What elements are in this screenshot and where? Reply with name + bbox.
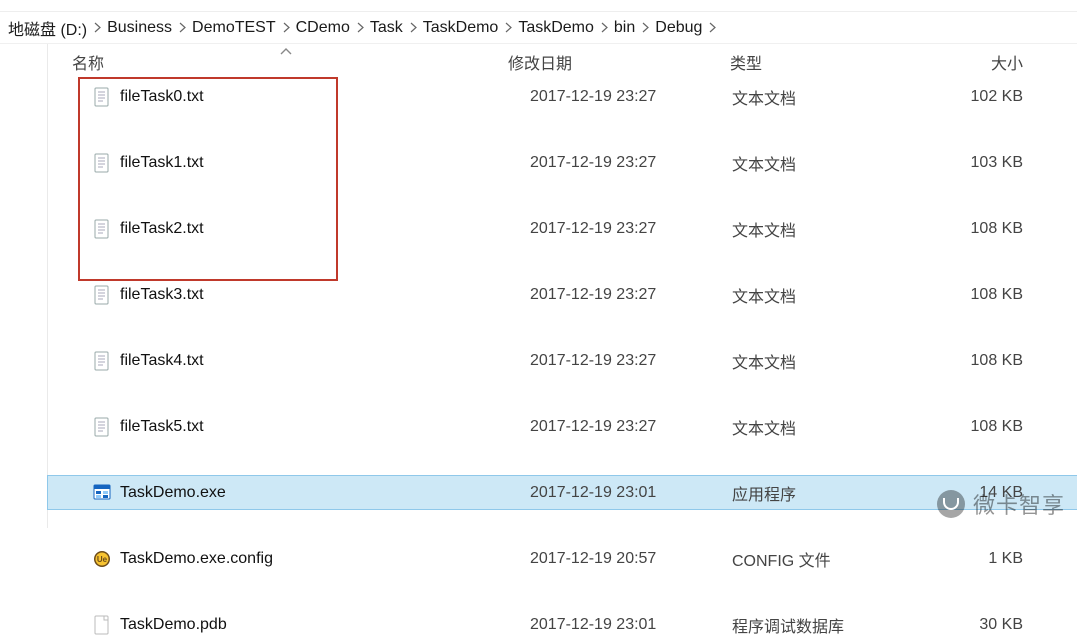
file-name: fileTask2.txt xyxy=(120,220,204,238)
chevron-right-icon[interactable] xyxy=(500,20,516,36)
ribbon-toolbar xyxy=(0,0,1077,12)
file-row[interactable]: TaskDemo.exe2017-12-19 23:01应用程序14 KB xyxy=(48,476,1077,509)
column-header-modified[interactable]: 修改日期 xyxy=(508,50,718,74)
wechat-icon xyxy=(937,490,965,518)
file-size: 102 KB xyxy=(913,88,1043,106)
file-size: 103 KB xyxy=(913,154,1043,172)
file-txt-icon xyxy=(92,351,112,371)
breadcrumb-item[interactable]: TaskDemo xyxy=(516,19,596,37)
column-header-size[interactable]: 大小 xyxy=(913,50,1043,74)
breadcrumb-item[interactable]: 地磁盘 (D:) xyxy=(6,16,89,40)
chevron-right-icon[interactable] xyxy=(278,20,294,36)
file-modified: 2017-12-19 20:57 xyxy=(530,550,656,568)
watermark: 微卡智享 xyxy=(937,488,1065,520)
file-modified: 2017-12-19 23:27 xyxy=(530,88,656,106)
file-row[interactable]: fileTask0.txt 2017-12-19 23:27 文本文档 102 KB xyxy=(48,80,1077,113)
file-type: 文本文档 xyxy=(732,217,796,241)
watermark-text: 微卡智享 xyxy=(973,488,1065,520)
file-txt-icon xyxy=(92,219,112,239)
file-type: 文本文档 xyxy=(732,85,796,109)
breadcrumb[interactable]: 地磁盘 (D:) Business DemoTEST CDemo Task TaskDem… xyxy=(0,12,1077,44)
chevron-right-icon[interactable] xyxy=(637,20,653,36)
file-txt-icon xyxy=(92,285,112,305)
sort-ascending-icon xyxy=(280,42,292,60)
file-size: 108 KB xyxy=(913,418,1043,436)
file-row[interactable]: fileTask2.txt 2017-12-19 23:27 文本文档 108 KB xyxy=(48,212,1077,245)
file-row[interactable]: fileTask1.txt 2017-12-19 23:27 文本文档 103 KB xyxy=(48,146,1077,179)
file-modified: 2017-12-19 23:01 xyxy=(530,616,656,634)
file-type: 文本文档 xyxy=(732,415,796,439)
chevron-right-icon[interactable] xyxy=(405,20,421,36)
file-list: 名称 修改日期 类型 大小 fileTask0.txt 2017-12-19 23… xyxy=(48,44,1077,528)
breadcrumb-item[interactable]: CDemo xyxy=(294,19,352,37)
file-txt-icon xyxy=(92,87,112,107)
file-txt-icon xyxy=(92,153,112,173)
file-name: fileTask1.txt xyxy=(120,154,204,172)
column-headers: 名称 修改日期 类型 大小 xyxy=(48,44,1077,80)
navigation-pane[interactable] xyxy=(0,44,48,528)
file-name: TaskDemo.pdb xyxy=(120,616,227,634)
file-name: TaskDemo.exe.config xyxy=(120,550,273,568)
file-gen-icon xyxy=(92,615,112,635)
file-modified: 2017-12-19 23:27 xyxy=(530,418,656,436)
file-txt-icon xyxy=(92,417,112,437)
breadcrumb-item[interactable]: bin xyxy=(612,19,637,37)
breadcrumb-item[interactable]: Debug xyxy=(653,19,704,37)
file-name: fileTask4.txt xyxy=(120,352,204,370)
file-modified: 2017-12-19 23:27 xyxy=(530,352,656,370)
file-row[interactable]: fileTask5.txt 2017-12-19 23:27 文本文档 108 KB xyxy=(48,410,1077,443)
file-row[interactable]: TaskDemo.pdb 2017-12-19 23:01 程序调试数据库 30 KB xyxy=(48,608,1077,641)
file-name: fileTask5.txt xyxy=(120,418,204,436)
file-modified: 2017-12-19 23:01 xyxy=(530,484,656,502)
file-name: TaskDemo.exe xyxy=(120,484,226,502)
file-type: CONFIG 文件 xyxy=(732,547,831,571)
chevron-right-icon[interactable] xyxy=(174,20,190,36)
file-ue-icon: Ue xyxy=(92,549,112,569)
file-row[interactable]: fileTask3.txt 2017-12-19 23:27 文本文档 108 KB xyxy=(48,278,1077,311)
file-type: 应用程序 xyxy=(732,481,796,505)
file-name: fileTask0.txt xyxy=(120,88,204,106)
file-modified: 2017-12-19 23:27 xyxy=(530,220,656,238)
file-type: 文本文档 xyxy=(732,151,796,175)
file-type: 程序调试数据库 xyxy=(732,613,844,637)
breadcrumb-item[interactable]: TaskDemo xyxy=(421,19,501,37)
breadcrumb-item[interactable]: DemoTEST xyxy=(190,19,278,37)
file-size: 1 KB xyxy=(913,550,1043,568)
file-exe-icon xyxy=(92,483,112,503)
svg-text:Ue: Ue xyxy=(97,555,108,564)
file-modified: 2017-12-19 23:27 xyxy=(530,154,656,172)
file-size: 30 KB xyxy=(913,616,1043,634)
file-size: 108 KB xyxy=(913,352,1043,370)
chevron-right-icon[interactable] xyxy=(352,20,368,36)
column-header-type[interactable]: 类型 xyxy=(730,50,900,74)
file-row[interactable]: fileTask4.txt 2017-12-19 23:27 文本文档 108 KB xyxy=(48,344,1077,377)
chevron-right-icon[interactable] xyxy=(89,20,105,36)
breadcrumb-item[interactable]: Task xyxy=(368,19,405,37)
file-modified: 2017-12-19 23:27 xyxy=(530,286,656,304)
file-name: fileTask3.txt xyxy=(120,286,204,304)
file-type: 文本文档 xyxy=(732,349,796,373)
file-size: 108 KB xyxy=(913,286,1043,304)
file-row[interactable]: Ue TaskDemo.exe.config 2017-12-19 20:57 CON… xyxy=(48,542,1077,575)
chevron-right-icon[interactable] xyxy=(704,20,720,36)
breadcrumb-item[interactable]: Business xyxy=(105,19,174,37)
file-size: 108 KB xyxy=(913,220,1043,238)
file-type: 文本文档 xyxy=(732,283,796,307)
chevron-right-icon[interactable] xyxy=(596,20,612,36)
